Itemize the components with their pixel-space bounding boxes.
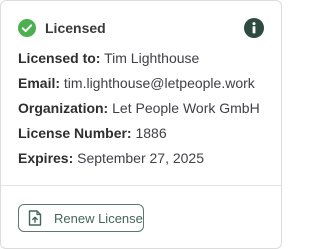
license-number-label: License Number:: [18, 125, 132, 141]
license-number-row: License Number: 1886: [18, 121, 271, 146]
license-details: Licensed to: Tim Lighthouse Email: tim.l…: [18, 46, 271, 171]
expires-value: September 27, 2025: [77, 150, 205, 166]
expires-label: Expires:: [18, 150, 74, 166]
email-label: Email:: [18, 75, 61, 91]
file-upload-icon: [28, 210, 42, 226]
licensed-to-value: Tim Lighthouse: [104, 50, 200, 66]
license-number-value: 1886: [135, 125, 167, 141]
license-card: Licensed Licensed to: Tim Lighthouse Ema…: [0, 0, 282, 249]
organization-label: Organization:: [18, 100, 109, 116]
renew-license-label: Renew License: [54, 210, 143, 226]
licensed-to-row: Licensed to: Tim Lighthouse: [18, 46, 271, 71]
email-value: tim.lighthouse@letpeople.work: [63, 75, 255, 91]
licensed-to-label: Licensed to:: [18, 50, 101, 66]
organization-value: Let People Work GmbH: [112, 100, 260, 116]
organization-row: Organization: Let People Work GmbH: [18, 96, 271, 121]
license-header: Licensed: [18, 17, 265, 39]
check-circle-icon: [18, 19, 36, 37]
expires-row: Expires: September 27, 2025: [18, 146, 271, 171]
renew-license-button[interactable]: Renew License: [18, 204, 144, 232]
license-status-label: Licensed: [45, 20, 106, 36]
info-icon[interactable]: [244, 18, 264, 38]
card-divider: [1, 185, 281, 186]
email-row: Email: tim.lighthouse@letpeople.work: [18, 71, 271, 96]
